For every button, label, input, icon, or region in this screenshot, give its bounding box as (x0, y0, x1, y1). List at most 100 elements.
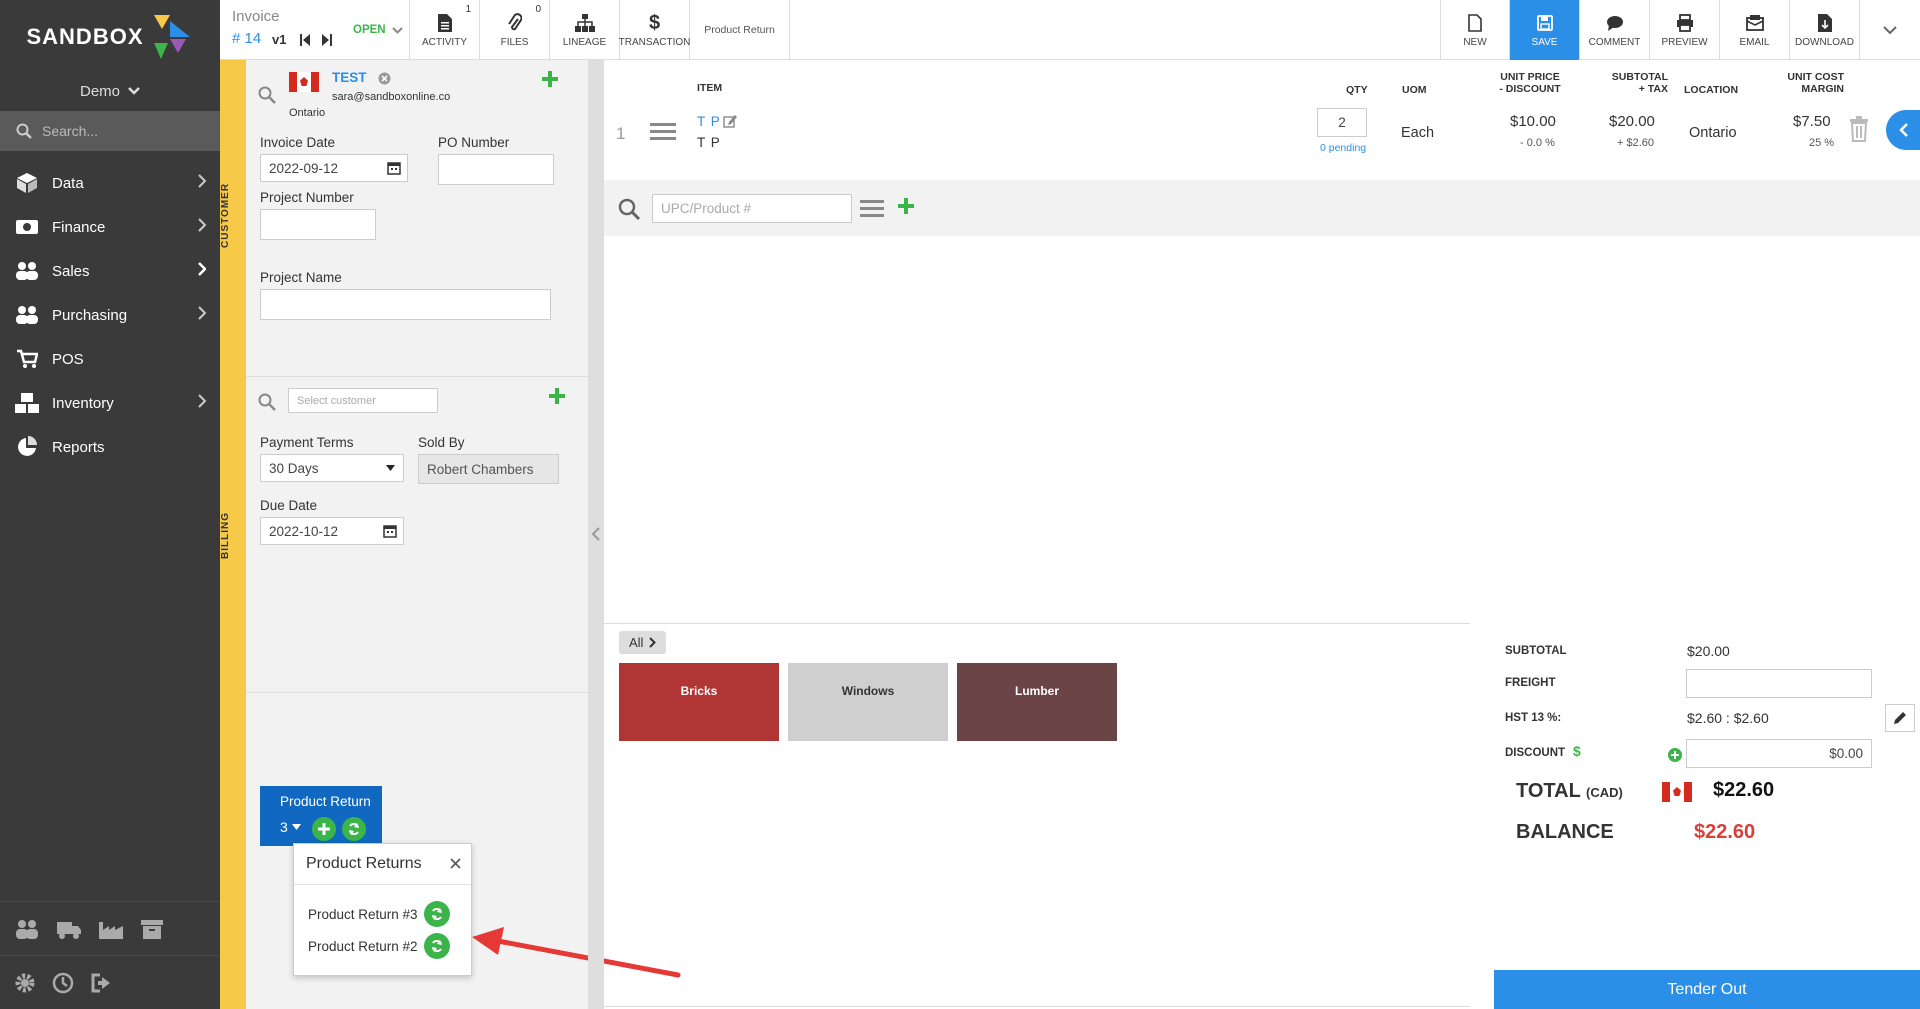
search-icon[interactable] (258, 393, 276, 411)
discount-input[interactable]: $0.00 (1686, 739, 1872, 768)
calendar-icon[interactable] (383, 524, 397, 538)
more-actions-button[interactable] (1860, 0, 1920, 60)
sidebar-item-data[interactable]: Data (0, 161, 220, 205)
clock-icon[interactable] (52, 972, 74, 994)
add-line-icon[interactable] (898, 198, 914, 214)
payment-terms-select[interactable]: 30 Days (260, 454, 404, 482)
document-number[interactable]: # 14 (232, 30, 261, 47)
context-tab-product-return[interactable]: Product Return (690, 0, 790, 60)
product-return-count-dropdown[interactable]: 3 (280, 819, 301, 835)
location-value[interactable]: Ontario (1689, 125, 1737, 141)
header-line: - DISCOUNT (1499, 83, 1561, 95)
qty-input[interactable]: 2 (1317, 108, 1367, 137)
save-label: SAVE (1531, 37, 1558, 48)
invoice-date-value: 2022-09-12 (269, 160, 339, 176)
trash-icon[interactable] (1848, 116, 1870, 142)
category-tile-bricks[interactable]: Bricks (619, 663, 779, 741)
comment-button[interactable]: COMMENT (1580, 0, 1650, 60)
pending-count[interactable]: 0 pending (1320, 142, 1366, 154)
status-badge: OPEN (353, 24, 386, 36)
freight-input[interactable] (1686, 669, 1872, 698)
total-currency: (CAD) (1586, 785, 1623, 800)
category-breadcrumb-all[interactable]: All (619, 631, 667, 654)
search-icon[interactable] (258, 86, 276, 104)
close-icon[interactable] (450, 858, 461, 869)
factory-icon[interactable] (98, 918, 124, 940)
item-code-link[interactable]: T P (697, 114, 721, 129)
refresh-icon (349, 823, 359, 835)
discount-type-toggle[interactable]: $ (1573, 743, 1581, 759)
workspace-selector[interactable]: Demo (0, 74, 220, 108)
freight-label: FREIGHT (1505, 677, 1556, 689)
edit-tax-button[interactable] (1885, 704, 1915, 732)
download-button[interactable]: DOWNLOAD (1790, 0, 1860, 60)
project-name-input[interactable] (260, 289, 551, 320)
list-icon[interactable] (860, 198, 884, 218)
transaction-button[interactable]: $ TRANSACTION (619, 0, 690, 60)
close-circle-icon[interactable] (378, 72, 391, 85)
invoice-date-label: Invoice Date (260, 135, 336, 150)
document-header: Invoice # 14 v1 OPEN (220, 0, 410, 60)
sidebar-item-reports[interactable]: Reports (0, 425, 220, 469)
files-button[interactable]: 0 FILES (480, 0, 550, 60)
popup-divider (294, 884, 471, 885)
logo[interactable]: SANDBOX (0, 0, 220, 74)
due-date-input[interactable]: 2022-10-12 (260, 517, 404, 545)
select-customer-input[interactable]: Select customer (288, 388, 438, 413)
expand-row-panel-button[interactable] (1886, 110, 1920, 150)
sold-by-label: Sold By (418, 435, 465, 450)
unit-price-value[interactable]: $10.00 (1510, 113, 1556, 130)
users-icon[interactable] (14, 918, 40, 940)
save-button[interactable]: SAVE (1510, 0, 1580, 60)
status-dropdown[interactable]: OPEN (353, 24, 403, 36)
sidebar-item-finance[interactable]: Finance (0, 205, 220, 249)
product-return-item-label: Product Return #2 (308, 938, 418, 954)
first-record-icon[interactable] (300, 34, 310, 46)
product-return-item[interactable]: Product Return #2 (308, 933, 450, 959)
pos-bottom-divider (604, 1006, 1470, 1007)
po-number-input[interactable] (438, 154, 554, 185)
edit-icon[interactable] (723, 114, 737, 128)
add-product-return-button[interactable] (312, 817, 336, 841)
boxes-icon (14, 392, 40, 414)
category-tile-windows[interactable]: Windows (788, 663, 948, 741)
last-record-icon[interactable] (322, 34, 332, 46)
sidebar-item-sales[interactable]: Sales (0, 249, 220, 293)
product-return-item[interactable]: Product Return #3 (308, 901, 450, 927)
sidebar-item-inventory[interactable]: Inventory (0, 381, 220, 425)
add-discount-button[interactable] (1668, 748, 1682, 762)
sidebar-item-label: Reports (52, 438, 105, 456)
add-billing-icon[interactable] (549, 388, 565, 404)
truck-icon[interactable] (56, 918, 82, 940)
refresh-product-return-button[interactable] (342, 817, 366, 841)
drag-handle-icon[interactable] (650, 122, 676, 142)
customer-region: Ontario (289, 107, 326, 119)
sidebar-item-pos[interactable]: POS (0, 337, 220, 381)
restore-product-return-button[interactable] (423, 901, 450, 927)
project-number-input[interactable] (260, 209, 376, 240)
preview-button[interactable]: PREVIEW (1650, 0, 1720, 60)
calendar-icon[interactable] (387, 161, 401, 175)
email-button[interactable]: EMAIL (1720, 0, 1790, 60)
search-icon[interactable] (618, 198, 640, 220)
lineage-label: LINEAGE (562, 37, 607, 48)
sidebar-item-purchasing[interactable]: Purchasing (0, 293, 220, 337)
chevron-left-icon (592, 527, 600, 541)
caret-down-icon (386, 465, 395, 471)
restore-product-return-button[interactable] (423, 933, 450, 959)
panel-collapse-handle[interactable] (588, 60, 604, 1009)
logout-icon[interactable] (90, 972, 114, 994)
category-tile-lumber[interactable]: Lumber (957, 663, 1117, 741)
tender-out-button[interactable]: Tender Out (1494, 970, 1920, 1009)
archive-icon[interactable] (140, 918, 164, 940)
activity-button[interactable]: 1 ACTIVITY (410, 0, 480, 60)
lineage-button[interactable]: LINEAGE (550, 0, 620, 60)
upc-input[interactable]: UPC/Product # (652, 194, 852, 223)
sidebar-search[interactable]: Search... (0, 111, 220, 151)
invoice-date-input[interactable]: 2022-09-12 (260, 154, 408, 182)
product-return-title[interactable]: Product Return (280, 794, 371, 809)
customer-name-link[interactable]: TEST (332, 70, 367, 85)
add-customer-icon[interactable] (542, 71, 558, 87)
gear-icon[interactable] (14, 972, 36, 994)
new-button[interactable]: NEW (1440, 0, 1510, 60)
